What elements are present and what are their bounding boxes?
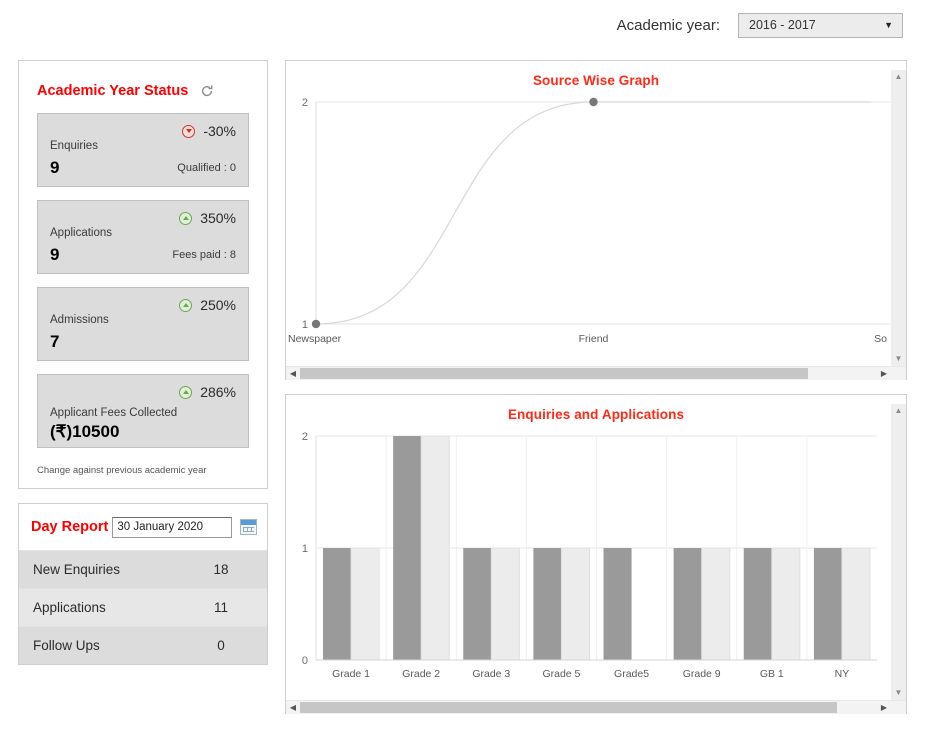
source-wise-graph-panel: Source Wise Graph 1 2 Newspaper Friend So ▲ … (285, 60, 907, 380)
bar-chart-horizontal-scrollbar[interactable]: ◀ ▶ (286, 700, 906, 714)
stat-card-applicant-fees-collected[interactable]: 286% Applicant Fees Collected (₹)10500 (37, 374, 249, 448)
svg-text:NY: NY (835, 668, 850, 680)
left-column: Academic Year Status -30% Enquiries 9 Qu… (18, 60, 268, 665)
row-value: 0 (217, 638, 225, 653)
academic-year-status-panel: Academic Year Status -30% Enquiries 9 Qu… (18, 60, 268, 489)
stat-percent: 286% (200, 384, 236, 400)
charts-column: Source Wise Graph 1 2 Newspaper Friend So ▲ … (285, 60, 907, 714)
chevron-down-icon: ▼ (884, 20, 893, 30)
scroll-down-icon[interactable]: ▼ (895, 352, 903, 366)
svg-text:Friend: Friend (579, 333, 609, 345)
stat-card-applications[interactable]: 350% Applications 9 Fees paid : 8 (37, 200, 249, 274)
day-report-panel: Day Report 30 January 2020 New Enquiries… (18, 503, 268, 665)
svg-text:2: 2 (302, 97, 308, 109)
stat-change: 350% (179, 210, 236, 226)
row-label: Applications (33, 600, 106, 615)
stat-card-enquiries[interactable]: -30% Enquiries 9 Qualified : 0 (37, 113, 249, 187)
calendar-icon[interactable] (240, 519, 257, 535)
svg-text:Grade 9: Grade 9 (683, 668, 721, 680)
bar-chart-vertical-scrollbar[interactable]: ▲ ▼ (891, 404, 906, 700)
stat-subtext: Qualified : 0 (177, 162, 236, 174)
svg-text:Grade 2: Grade 2 (402, 668, 440, 680)
svg-text:Newspaper: Newspaper (288, 333, 342, 345)
stat-percent: -30% (203, 123, 236, 139)
svg-text:Grade5: Grade5 (614, 668, 649, 680)
day-report-row-applications: Applications 11 (19, 588, 267, 626)
arrow-up-circle-icon (179, 298, 193, 312)
enquiries-applications-plot[interactable]: 0 1 2 Grade 1 Grade 2 Grade 3 Grade 5 Grade5 Gra… (286, 404, 906, 700)
svg-text:GB 1: GB 1 (760, 668, 784, 680)
scroll-thumb[interactable] (300, 368, 808, 379)
svg-text:1: 1 (302, 543, 308, 555)
arrow-down-circle-icon (182, 124, 196, 138)
enquiries-applications-panel: Enquiries and Applications 0 1 2 Grade 1 Gra… (285, 394, 907, 714)
scroll-up-icon[interactable]: ▲ (895, 404, 903, 418)
stat-card-admissions[interactable]: 250% Admissions 7 (37, 287, 249, 361)
day-report-row-new-enquiries: New Enquiries 18 (19, 550, 267, 588)
scroll-down-icon[interactable]: ▼ (895, 686, 903, 700)
svg-text:Grade 5: Grade 5 (542, 668, 580, 680)
stat-percent: 250% (200, 297, 236, 313)
stat-change: 286% (179, 384, 236, 400)
scroll-up-icon[interactable]: ▲ (895, 70, 903, 84)
stat-label: Applications (50, 227, 113, 239)
panel-title: Academic Year Status (37, 83, 189, 99)
refresh-icon[interactable] (200, 84, 214, 98)
source-chart-vertical-scrollbar[interactable]: ▲ ▼ (891, 70, 906, 366)
day-report-title: Day Report (31, 519, 109, 535)
line-chart-svg: 1 2 Newspaper Friend So (288, 97, 891, 345)
stat-percent: 350% (200, 210, 236, 226)
status-footnote: Change against previous academic year (37, 465, 207, 476)
scroll-right-icon[interactable]: ▶ (877, 703, 891, 712)
status-header: Academic Year Status (19, 61, 267, 113)
scroll-right-icon[interactable]: ▶ (877, 369, 891, 378)
top-bar: Academic year: 2016 - 2017 ▼ (0, 0, 925, 50)
svg-text:2: 2 (302, 431, 308, 443)
stat-label: Applicant Fees Collected (50, 407, 178, 419)
svg-text:Grade 3: Grade 3 (472, 668, 510, 680)
stat-label: Enquiries (50, 140, 98, 152)
stat-subtext: Fees paid : 8 (172, 249, 236, 261)
scroll-left-icon[interactable]: ◀ (286, 703, 300, 712)
row-label: Follow Ups (33, 638, 100, 653)
svg-text:1: 1 (302, 319, 308, 331)
stat-change: 250% (179, 297, 236, 313)
academic-year-select[interactable]: 2016 - 2017 ▼ (738, 12, 903, 38)
day-report-date-input[interactable]: 30 January 2020 (112, 516, 232, 538)
bar-chart-svg: 0 1 2 Grade 1 Grade 2 Grade 3 Grade 5 Grade5 Gra… (302, 431, 877, 680)
scroll-thumb[interactable] (300, 702, 837, 713)
academic-year-label: Academic year: (616, 16, 720, 34)
row-value: 11 (213, 600, 228, 615)
stat-value: 7 (50, 332, 60, 351)
stat-value: 9 (50, 158, 60, 177)
arrow-up-circle-icon (179, 385, 193, 399)
chart-title-source-wise: Source Wise Graph (532, 73, 660, 88)
row-label: New Enquiries (33, 562, 121, 577)
scroll-track[interactable] (300, 702, 877, 713)
svg-text:Grade 1: Grade 1 (332, 668, 370, 680)
arrow-up-circle-icon (179, 211, 193, 225)
row-value: 18 (213, 562, 229, 577)
source-wise-plot[interactable]: 1 2 Newspaper Friend So ▲ ▼ (286, 70, 906, 366)
source-chart-horizontal-scrollbar[interactable]: ◀ ▶ (286, 366, 906, 380)
stat-value: 9 (50, 245, 60, 264)
stat-label: Admissions (50, 314, 109, 326)
day-report-header: Day Report 30 January 2020 (19, 504, 267, 550)
day-report-row-follow-ups: Follow Ups 0 (19, 626, 267, 664)
svg-text:0: 0 (302, 655, 308, 667)
scroll-track[interactable] (300, 368, 877, 379)
stat-value: (₹)10500 (50, 422, 120, 441)
chart-title-enquiries-applications: Enquiries and Applications (507, 407, 685, 422)
stat-change: -30% (182, 123, 236, 139)
scroll-left-icon[interactable]: ◀ (286, 369, 300, 378)
academic-year-value: 2016 - 2017 (749, 18, 816, 32)
svg-text:So: So (874, 333, 887, 345)
